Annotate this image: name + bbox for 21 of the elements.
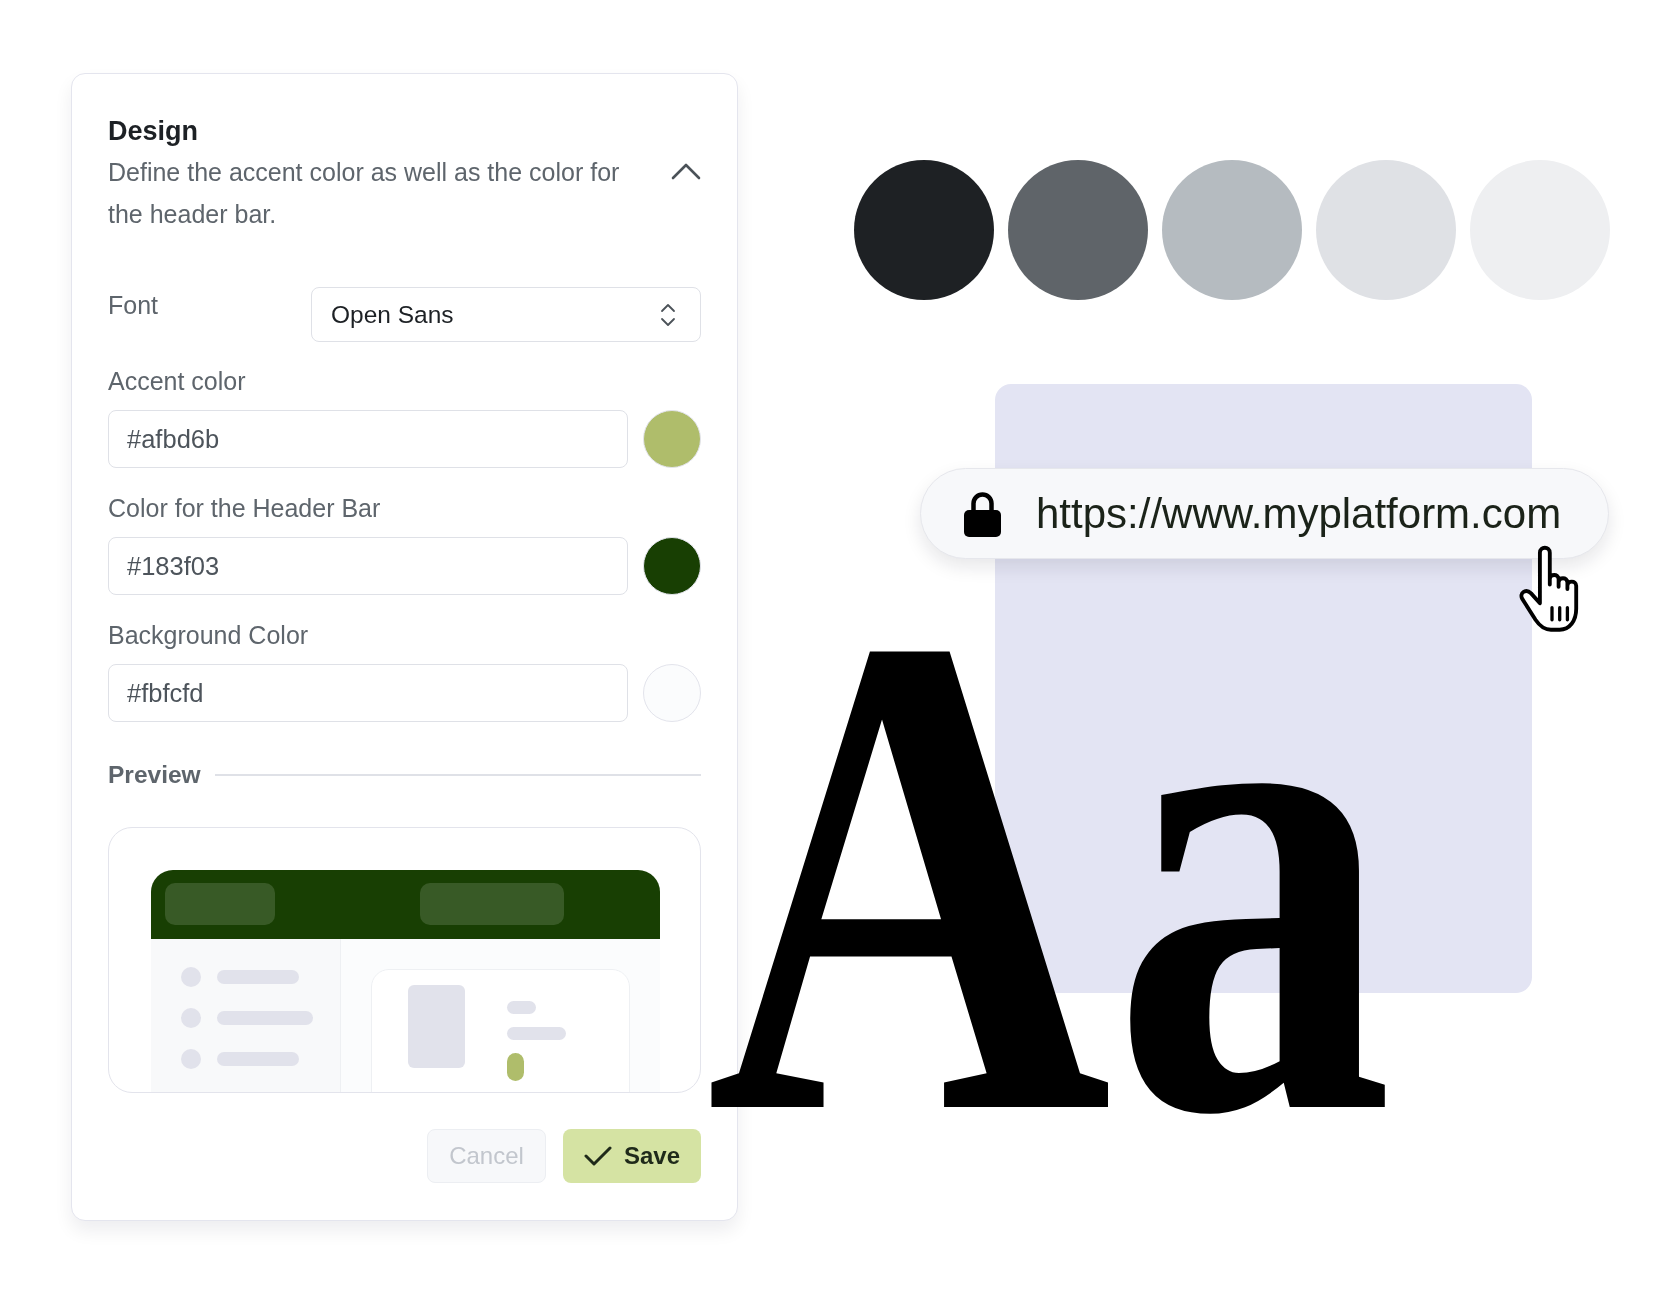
panel-description: Define the accent color as well as the color for the header bar. bbox=[108, 157, 621, 230]
save-button[interactable]: Save bbox=[563, 1129, 701, 1183]
skeleton-line bbox=[507, 1027, 566, 1040]
lock-icon bbox=[964, 490, 1001, 537]
accent-pill bbox=[507, 1053, 524, 1081]
field-label: Background Color bbox=[108, 620, 310, 650]
address-bar[interactable]: https://www.myplatform.com bbox=[920, 468, 1609, 559]
field-label: Accent color bbox=[108, 366, 247, 396]
font-select[interactable]: Open Sans bbox=[311, 287, 701, 342]
section-heading: Preview bbox=[108, 761, 201, 789]
url-text: https://www.myplatform.com bbox=[1036, 489, 1562, 538]
field-label: Color for the Header Bar bbox=[108, 493, 382, 523]
check-icon bbox=[583, 1145, 612, 1167]
hex-input-field[interactable]: #183f03 bbox=[108, 537, 628, 595]
field-label: Font bbox=[108, 290, 160, 320]
skeleton-line bbox=[507, 1001, 536, 1014]
chevron-up-icon[interactable] bbox=[671, 162, 701, 180]
panel-title: Design bbox=[108, 115, 200, 148]
chevron-updown-icon bbox=[660, 301, 676, 328]
hex-input-field[interactable]: #fbfcfd bbox=[108, 664, 628, 722]
hex-input-field[interactable]: #afbd6b bbox=[108, 410, 628, 468]
